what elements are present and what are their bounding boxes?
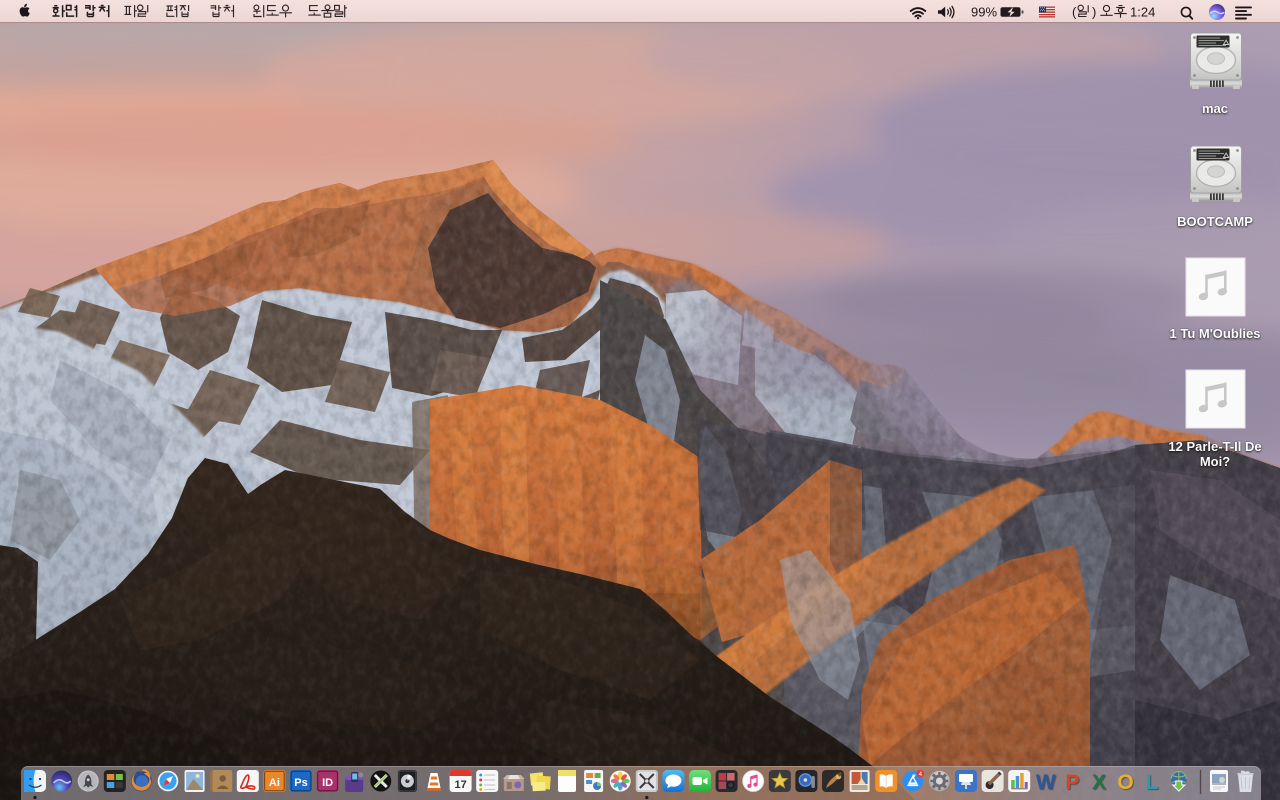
svg-text:(: (	[1072, 5, 1077, 20]
svg-text:17: 17	[454, 779, 466, 791]
svg-text:ID: ID	[322, 777, 333, 789]
svg-text:O: O	[1117, 771, 1133, 794]
svg-text:4: 4	[918, 771, 922, 778]
svg-text:L: L	[1146, 771, 1159, 794]
svg-text:99%: 99%	[971, 5, 997, 20]
svg-text:1:24: 1:24	[1130, 5, 1155, 20]
svg-text:Ai: Ai	[269, 777, 280, 789]
svg-text:W: W	[1036, 771, 1056, 794]
svg-text:X: X	[1092, 771, 1106, 794]
svg-text:): )	[1092, 5, 1096, 20]
svg-text:Ps: Ps	[294, 777, 307, 789]
svg-text:P: P	[1065, 771, 1079, 794]
